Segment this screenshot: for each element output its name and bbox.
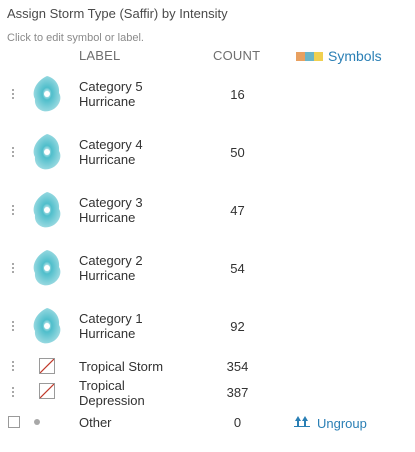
table-row: Tropical Storm 354 (0, 356, 415, 376)
drag-handle-icon[interactable] (10, 359, 16, 373)
table-row: Category 1 Hurricane 92 (0, 302, 415, 350)
drag-handle-icon[interactable] (10, 261, 16, 275)
symbols-label: Symbols (328, 48, 382, 64)
no-symbol-icon[interactable] (39, 383, 55, 399)
swatch-orange (296, 51, 305, 61)
drag-handle-icon[interactable] (10, 385, 16, 399)
swatch-blue (305, 51, 314, 61)
row-label-line2: Hurricane (79, 268, 136, 283)
row-count: 92 (230, 319, 245, 334)
drag-handle-icon[interactable] (10, 319, 16, 333)
other-label: Other (79, 415, 112, 430)
table-row: Category 3 Hurricane 47 (0, 186, 415, 234)
table-row: Category 4 Hurricane 50 (0, 128, 415, 176)
row-label-line1: Tropical (79, 378, 125, 393)
other-checkbox[interactable] (8, 416, 20, 428)
row-label[interactable]: Category 5 Hurricane (79, 79, 189, 109)
hurricane-icon[interactable] (30, 248, 64, 293)
count-column-header: COUNT (213, 48, 261, 63)
row-count: 16 (230, 87, 245, 102)
row-count: 50 (230, 145, 245, 160)
row-label-line1: Category 3 (79, 195, 143, 210)
table-row: Category 5 Hurricane 16 (0, 70, 415, 118)
row-label-line2: Hurricane (79, 326, 136, 341)
hurricane-icon[interactable] (30, 306, 64, 351)
hurricane-icon[interactable] (30, 132, 64, 177)
table-row: Tropical Depression 387 (0, 377, 415, 409)
row-label-line2: Depression (79, 393, 145, 408)
table-row: Category 2 Hurricane 54 (0, 244, 415, 292)
row-count: 47 (230, 203, 245, 218)
row-label-line1: Category 5 (79, 79, 143, 94)
hurricane-icon[interactable] (30, 190, 64, 235)
row-label[interactable]: Tropical Depression (79, 378, 189, 408)
swatch-yellow (314, 51, 323, 61)
row-label-line1: Category 1 (79, 311, 143, 326)
row-label[interactable]: Tropical Storm (79, 359, 199, 374)
row-label[interactable]: Category 2 Hurricane (79, 253, 189, 283)
row-label[interactable]: Category 3 Hurricane (79, 195, 189, 225)
row-count: 387 (226, 385, 249, 400)
row-label-line2: Hurricane (79, 152, 136, 167)
drag-handle-icon[interactable] (10, 145, 16, 159)
ungroup-label: Ungroup (317, 415, 367, 431)
symbols-palette-icon (296, 51, 323, 61)
symbols-button[interactable]: Symbols (296, 48, 382, 64)
drag-handle-icon[interactable] (10, 87, 16, 101)
no-symbol-icon[interactable] (39, 358, 55, 374)
row-count: 354 (226, 359, 249, 374)
row-label-line2: Hurricane (79, 94, 136, 109)
drag-handle-icon[interactable] (10, 203, 16, 217)
row-label-line1: Category 2 (79, 253, 143, 268)
row-count: 54 (230, 261, 245, 276)
label-column-header: LABEL (79, 48, 121, 63)
row-label[interactable]: Category 4 Hurricane (79, 137, 189, 167)
row-label-line1: Tropical Storm (79, 359, 164, 374)
panel-title: Assign Storm Type (Saffir) by Intensity (7, 6, 228, 21)
ungroup-icon (294, 414, 312, 432)
row-label[interactable]: Category 1 Hurricane (79, 311, 189, 341)
row-label-line2: Hurricane (79, 210, 136, 225)
hurricane-icon[interactable] (30, 74, 64, 119)
other-dot-icon (34, 419, 40, 425)
row-label-line1: Category 4 (79, 137, 143, 152)
ungroup-button[interactable]: Ungroup (294, 414, 367, 432)
edit-hint: Click to edit symbol or label. (7, 32, 144, 44)
other-row: Other 0 Ungroup (0, 412, 415, 432)
other-count: 0 (233, 415, 242, 430)
